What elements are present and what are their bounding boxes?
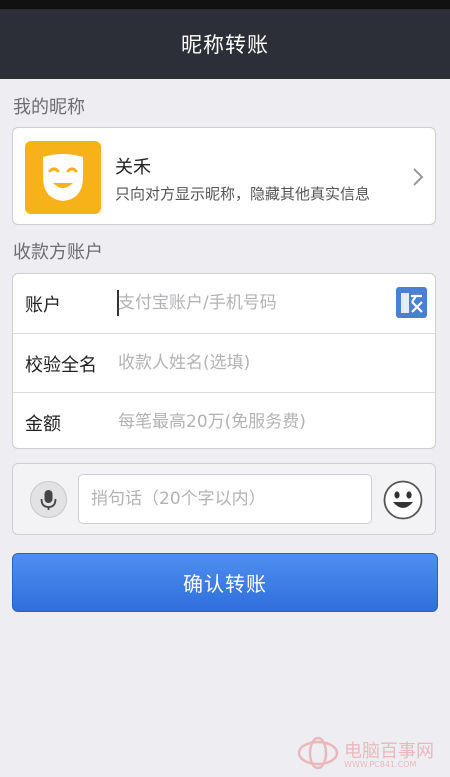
watermark-logo-icon (297, 736, 339, 770)
fullname-row: 校验全名 (13, 333, 435, 392)
avatar (25, 141, 101, 214)
account-label: 账户 (25, 295, 61, 316)
watermark-url: WWW.PC841.COM (344, 760, 417, 769)
nickname-description: 只向对方显示昵称，隐藏其他真实信息 (115, 185, 371, 203)
microphone-icon (40, 490, 57, 510)
emoji-icon[interactable] (383, 480, 423, 520)
page-title: 昵称转账 (181, 33, 269, 57)
fullname-label: 校验全名 (25, 355, 97, 376)
chevron-right-icon (413, 168, 424, 186)
memo-bar (12, 463, 436, 535)
status-bar (0, 0, 450, 9)
mask-icon (43, 153, 83, 201)
title-bar: 昵称转账 (0, 9, 450, 79)
payee-section-label: 收款方账户 (13, 242, 103, 263)
payee-form: 账户 校验全名 金额 (12, 273, 436, 449)
site-watermark: 电脑百事网 WWW.PC841.COM (296, 735, 446, 773)
amount-input[interactable] (118, 407, 388, 437)
confirm-transfer-button[interactable]: 确认转账 (12, 553, 438, 612)
nickname-card[interactable]: 关禾 只向对方显示昵称，隐藏其他真实信息 (12, 127, 436, 225)
nickname-text: 关禾 (115, 157, 151, 178)
memo-input[interactable] (78, 474, 372, 524)
amount-label: 金额 (25, 414, 61, 435)
account-row: 账户 (13, 274, 435, 332)
nickname-section-label: 我的昵称 (13, 97, 85, 118)
account-input[interactable] (118, 288, 388, 318)
contacts-button[interactable] (396, 287, 427, 318)
fullname-input[interactable] (118, 348, 388, 378)
contacts-book-icon (401, 293, 423, 313)
voice-button[interactable] (30, 481, 67, 518)
amount-row: 金额 (13, 392, 435, 451)
